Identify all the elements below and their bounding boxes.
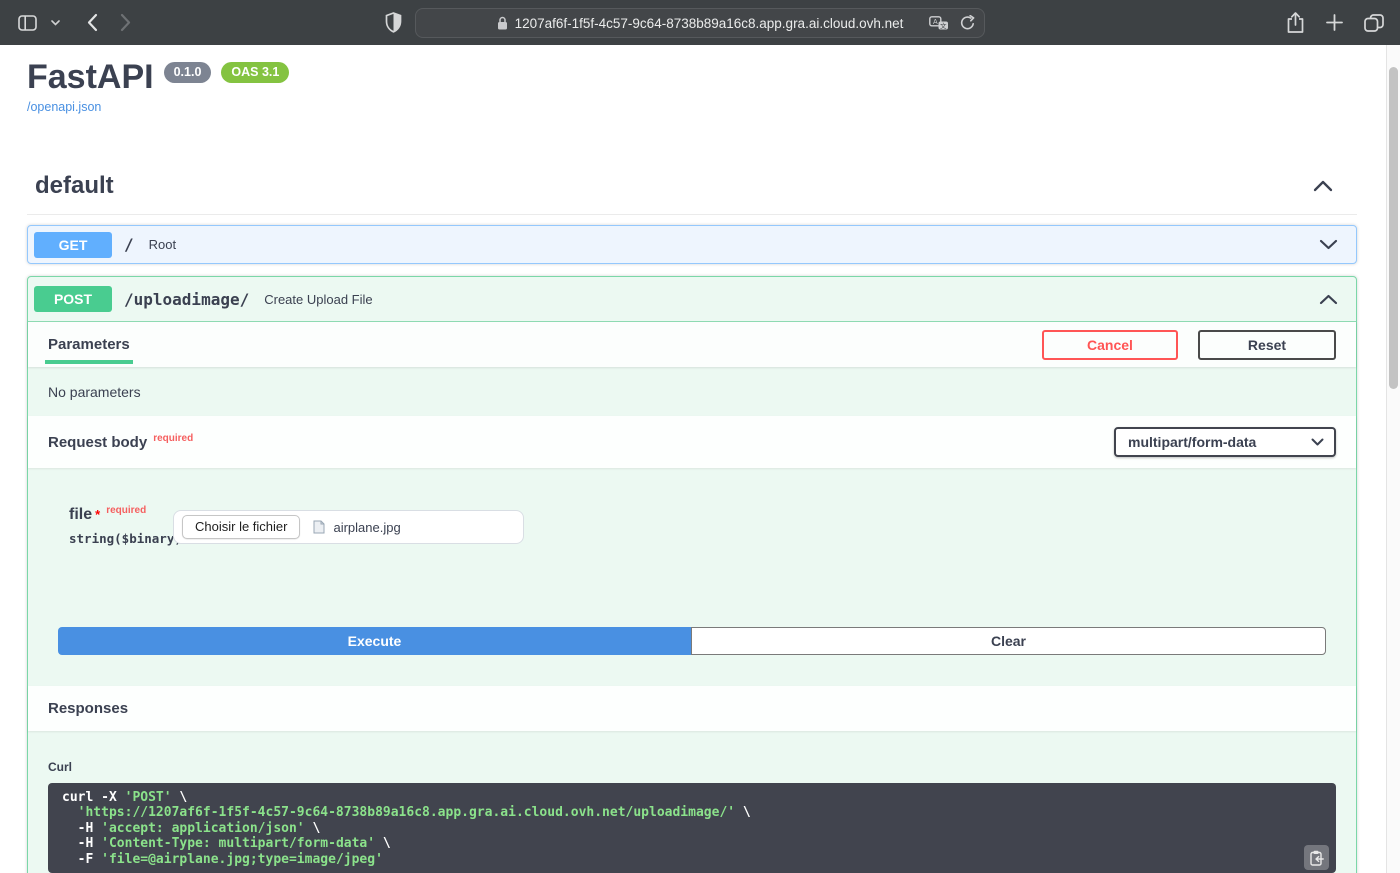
post-endpoint-row[interactable]: POST /uploadimage/ Create Upload File <box>28 277 1356 322</box>
swagger-page: FastAPI 0.1.0 OAS 3.1 /openapi.json defa… <box>0 45 1386 873</box>
tabs-overview-icon[interactable] <box>1364 14 1384 32</box>
translate-icon[interactable]: A文 <box>929 16 949 31</box>
copy-to-clipboard-button[interactable] <box>1304 845 1329 870</box>
curl-section: Curl curl -X 'POST' \ 'https://1207af6f-… <box>28 731 1356 873</box>
get-endpoint-row[interactable]: GET / Root <box>27 225 1357 264</box>
privacy-shield-icon[interactable] <box>385 12 402 33</box>
collapse-section-icon[interactable] <box>1313 180 1333 192</box>
cancel-button[interactable]: Cancel <box>1042 330 1178 360</box>
file-field-name: file*required <box>69 506 173 524</box>
required-label: required <box>153 433 193 444</box>
media-type-value: multipart/form-data <box>1128 434 1256 450</box>
no-parameters-text: No parameters <box>28 367 1356 416</box>
get-method-badge: GET <box>34 232 112 258</box>
svg-text:A: A <box>933 18 938 25</box>
curl-code: curl -X 'POST' \ 'https://1207af6f-1f5f-… <box>62 790 1322 867</box>
lock-icon <box>497 16 508 30</box>
request-body-title: Request bodyrequired <box>48 434 193 451</box>
file-icon <box>313 520 325 534</box>
scrollbar-track[interactable] <box>1386 45 1400 873</box>
file-field-row: file*required string($binary) Choisir le… <box>28 468 1356 554</box>
post-endpoint-path: /uploadimage/ <box>124 290 249 309</box>
url-text: 1207af6f-1f5f-4c57-9c64-8738b89a16c8.app… <box>515 16 904 31</box>
parameters-header: Parameters Cancel Reset <box>28 322 1356 367</box>
required-star: * <box>95 507 100 522</box>
media-type-select[interactable]: multipart/form-data <box>1114 427 1336 457</box>
new-tab-icon[interactable] <box>1326 14 1343 31</box>
execute-row: Execute Clear <box>58 627 1326 655</box>
api-info: FastAPI 0.1.0 OAS 3.1 /openapi.json <box>0 45 1386 116</box>
tag-section-header[interactable]: default <box>27 172 1357 215</box>
browser-toolbar: 1207af6f-1f5f-4c57-9c64-8738b89a16c8.app… <box>0 0 1400 45</box>
expand-get-icon[interactable] <box>1319 239 1338 250</box>
post-endpoint-summary: Create Upload File <box>264 292 372 307</box>
sidebar-icon[interactable] <box>18 15 37 31</box>
request-body-header: Request bodyrequired multipart/form-data <box>28 416 1356 468</box>
choose-file-button[interactable]: Choisir le fichier <box>182 515 300 539</box>
chevron-down-icon[interactable] <box>51 20 60 26</box>
tab-parameters[interactable]: Parameters <box>48 322 130 367</box>
back-icon[interactable] <box>86 13 98 32</box>
svg-text:文: 文 <box>940 20 947 29</box>
post-method-badge: POST <box>34 286 112 312</box>
file-required-label: required <box>106 505 146 516</box>
file-input[interactable]: Choisir le fichier airplane.jpg <box>173 510 524 544</box>
share-icon[interactable] <box>1286 11 1305 34</box>
tag-section-title: default <box>35 172 114 200</box>
scrollbar-thumb[interactable] <box>1389 67 1398 389</box>
select-chevron-icon <box>1311 438 1324 446</box>
api-title: FastAPI <box>27 58 154 96</box>
clear-button[interactable]: Clear <box>691 627 1326 655</box>
responses-title: Responses <box>48 700 128 717</box>
responses-header: Responses <box>28 686 1356 731</box>
post-endpoint-block: POST /uploadimage/ Create Upload File Pa… <box>27 276 1357 873</box>
version-badge: 0.1.0 <box>164 62 212 83</box>
curl-block: curl -X 'POST' \ 'https://1207af6f-1f5f-… <box>48 783 1336 873</box>
selected-file-name: airplane.jpg <box>333 520 400 535</box>
address-bar[interactable]: 1207af6f-1f5f-4c57-9c64-8738b89a16c8.app… <box>415 8 985 38</box>
oas-badge: OAS 3.1 <box>221 62 289 83</box>
collapse-post-icon[interactable] <box>1319 294 1338 305</box>
openapi-spec-link[interactable]: /openapi.json <box>27 100 101 114</box>
execute-button[interactable]: Execute <box>58 627 691 655</box>
forward-icon[interactable] <box>120 13 132 32</box>
reset-button[interactable]: Reset <box>1198 330 1336 360</box>
file-field-type: string($binary) <box>69 531 173 546</box>
curl-label: Curl <box>48 760 1336 774</box>
get-endpoint-path: / <box>124 235 134 254</box>
get-endpoint-summary: Root <box>149 237 176 252</box>
reload-icon[interactable] <box>960 15 975 32</box>
